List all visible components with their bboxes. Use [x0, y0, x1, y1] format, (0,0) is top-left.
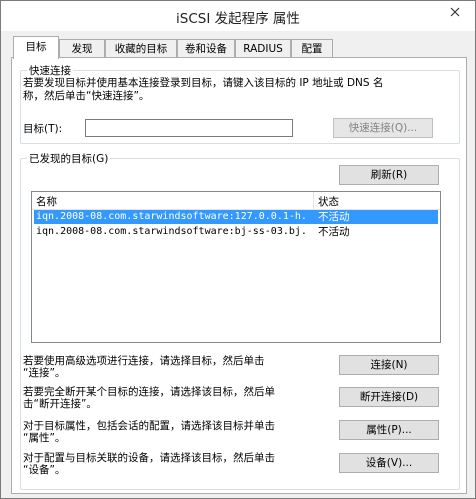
targets-listview[interactable]: 名称 状态 iqn.2008-08.com.starwindsoftware:1…	[31, 191, 441, 343]
devices-button[interactable]: 设备(V)...	[339, 453, 439, 473]
target-input[interactable]	[85, 119, 293, 137]
quick-connect-button[interactable]: 快速连接(Q)...	[333, 118, 433, 138]
tab-volumes-devices[interactable]: 卷和设备	[177, 39, 235, 58]
quick-connect-legend: 快速连接	[27, 63, 73, 78]
connect-description-1: 若要使用高级选项进行连接，请选择目标，然后单击	[23, 355, 265, 367]
column-separator[interactable]	[313, 192, 314, 209]
properties-description-2: “属性”。	[23, 432, 66, 444]
table-row[interactable]: iqn.2008-08.com.starwindsoftware:127.0.0…	[34, 210, 438, 224]
devices-description-2: “设备”。	[23, 464, 66, 476]
tab-targets[interactable]: 目标	[13, 36, 59, 59]
target-name: iqn.2008-08.com.starwindsoftware:bj-ss-0…	[36, 226, 306, 237]
target-status: 不活动	[318, 211, 350, 223]
connect-description-2: “连接”。	[23, 367, 66, 379]
target-status: 不活动	[318, 226, 350, 238]
listview-header: 名称 状态	[32, 192, 440, 210]
title-bar[interactable]: iSCSI 发起程序 属性	[1, 1, 475, 31]
tab-configuration[interactable]: 配置	[291, 39, 333, 58]
properties-description-1: 对于目标属性，包括会话的配置，请选择该目标并单击	[23, 420, 275, 432]
quick-connect-group: 快速连接 若要发现目标并使用基本连接登录到目标，请键入该目标的 IP 地址或 D…	[20, 63, 460, 144]
devices-description-1: 对于配置与目标关联的设备，请选择该目标，然后单击	[23, 452, 275, 464]
refresh-button[interactable]: 刷新(R)	[339, 165, 439, 185]
properties-button[interactable]: 属性(P)...	[339, 420, 439, 440]
discovered-targets-group: 已发现的目标(G) 刷新(R) 名称 状态 iqn.2008-08.com.st…	[20, 151, 460, 490]
window-title: iSCSI 发起程序 属性	[176, 11, 300, 27]
properties-window: iSCSI 发起程序 属性 目标 发现 收藏的目标 卷和设备 RADIUS 配置…	[0, 0, 476, 499]
close-button[interactable]	[435, 1, 475, 23]
quick-connect-description-2: 称，然后单击“快速连接”。	[23, 90, 150, 102]
quick-connect-description-1: 若要发现目标并使用基本连接登录到目标，请键入该目标的 IP 地址或 DNS 名	[23, 77, 384, 89]
client-area: 目标 发现 收藏的目标 卷和设备 RADIUS 配置 快速连接 若要发现目标并使…	[3, 31, 473, 496]
discovered-targets-legend: 已发现的目标(G)	[27, 151, 111, 166]
column-status[interactable]: 状态	[318, 194, 339, 209]
disconnect-description-1: 若要完全断开某个目标的连接，请选择该目标，然后单	[23, 386, 275, 398]
close-icon	[450, 7, 460, 17]
tab-favorite-targets[interactable]: 收藏的目标	[105, 39, 177, 58]
disconnect-button[interactable]: 断开连接(D)	[339, 387, 439, 407]
table-row[interactable]: iqn.2008-08.com.starwindsoftware:bj-ss-0…	[34, 225, 438, 239]
column-name[interactable]: 名称	[36, 194, 57, 209]
tab-radius[interactable]: RADIUS	[235, 39, 291, 58]
target-name: iqn.2008-08.com.starwindsoftware:127.0.0…	[36, 211, 306, 222]
target-label: 目标(T):	[23, 123, 63, 135]
connect-button[interactable]: 连接(N)	[339, 355, 439, 375]
disconnect-description-2: 击“断开连接”。	[23, 398, 97, 410]
tab-discovery[interactable]: 发现	[59, 39, 105, 58]
tab-page-targets: 快速连接 若要发现目标并使用基本连接登录到目标，请键入该目标的 IP 地址或 D…	[11, 57, 467, 494]
